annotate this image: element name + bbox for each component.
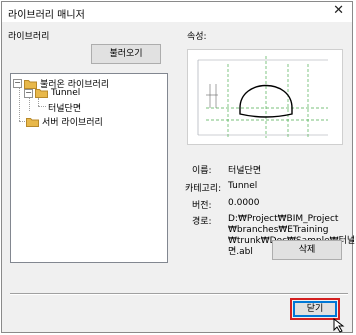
tunnel-section-drawing — [197, 56, 328, 138]
footer-separator — [10, 293, 348, 295]
expander-icon[interactable]: − — [24, 88, 33, 98]
name-label: 이름: — [192, 166, 212, 176]
path-line: D:₩Project₩BIM_Project — [228, 214, 339, 224]
delete-button[interactable]: 삭제 — [272, 240, 342, 260]
folder-icon — [35, 89, 48, 98]
name-value: 터널단면 — [228, 166, 262, 176]
path-line: ₩branches₩ETraining — [228, 225, 329, 235]
preview-thumbnail — [187, 49, 343, 145]
title-bar: 라이브러리 매니저 ✕ — [2, 2, 352, 22]
library-label: 라이브러리 — [8, 32, 50, 42]
tree-label-tunnel: Tunnel — [51, 88, 81, 98]
tree-label-tunnel-section: 터널단면 — [48, 104, 82, 114]
properties-label: 속성: — [187, 32, 207, 42]
tree-label-user-library: 서버 라이브러리 — [42, 118, 103, 128]
cursor-icon — [333, 317, 345, 333]
folder-icon — [26, 117, 39, 127]
tree-node-tunnel-section[interactable]: 터널단면 — [48, 101, 81, 114]
category-label: 카테고리: — [185, 184, 222, 194]
version-value: 0.0000 — [228, 198, 260, 208]
folder-icon — [24, 79, 37, 89]
tree-node-tunnel[interactable]: − Tunnel — [24, 88, 80, 98]
close-icon[interactable]: ✕ — [333, 3, 344, 18]
path-label: 경로: — [192, 217, 212, 227]
tree-node-user-library[interactable]: 서버 라이브러리 — [26, 115, 103, 128]
expander-icon[interactable]: − — [13, 79, 22, 88]
load-button[interactable]: 불러오기 — [91, 44, 161, 64]
library-tree[interactable]: − 불러온 라이브러리 − Tunnel 터널단면 서버 라이브러리 — [10, 73, 168, 263]
category-value: Tunnel — [228, 181, 258, 191]
version-label: 버전: — [192, 201, 212, 211]
window-title: 라이브러리 매니저 — [8, 10, 85, 21]
library-manager-dialog: 라이브러리 매니저 ✕ 라이브러리 불러오기 − 불러온 라이브러리 − Tun… — [1, 1, 356, 333]
